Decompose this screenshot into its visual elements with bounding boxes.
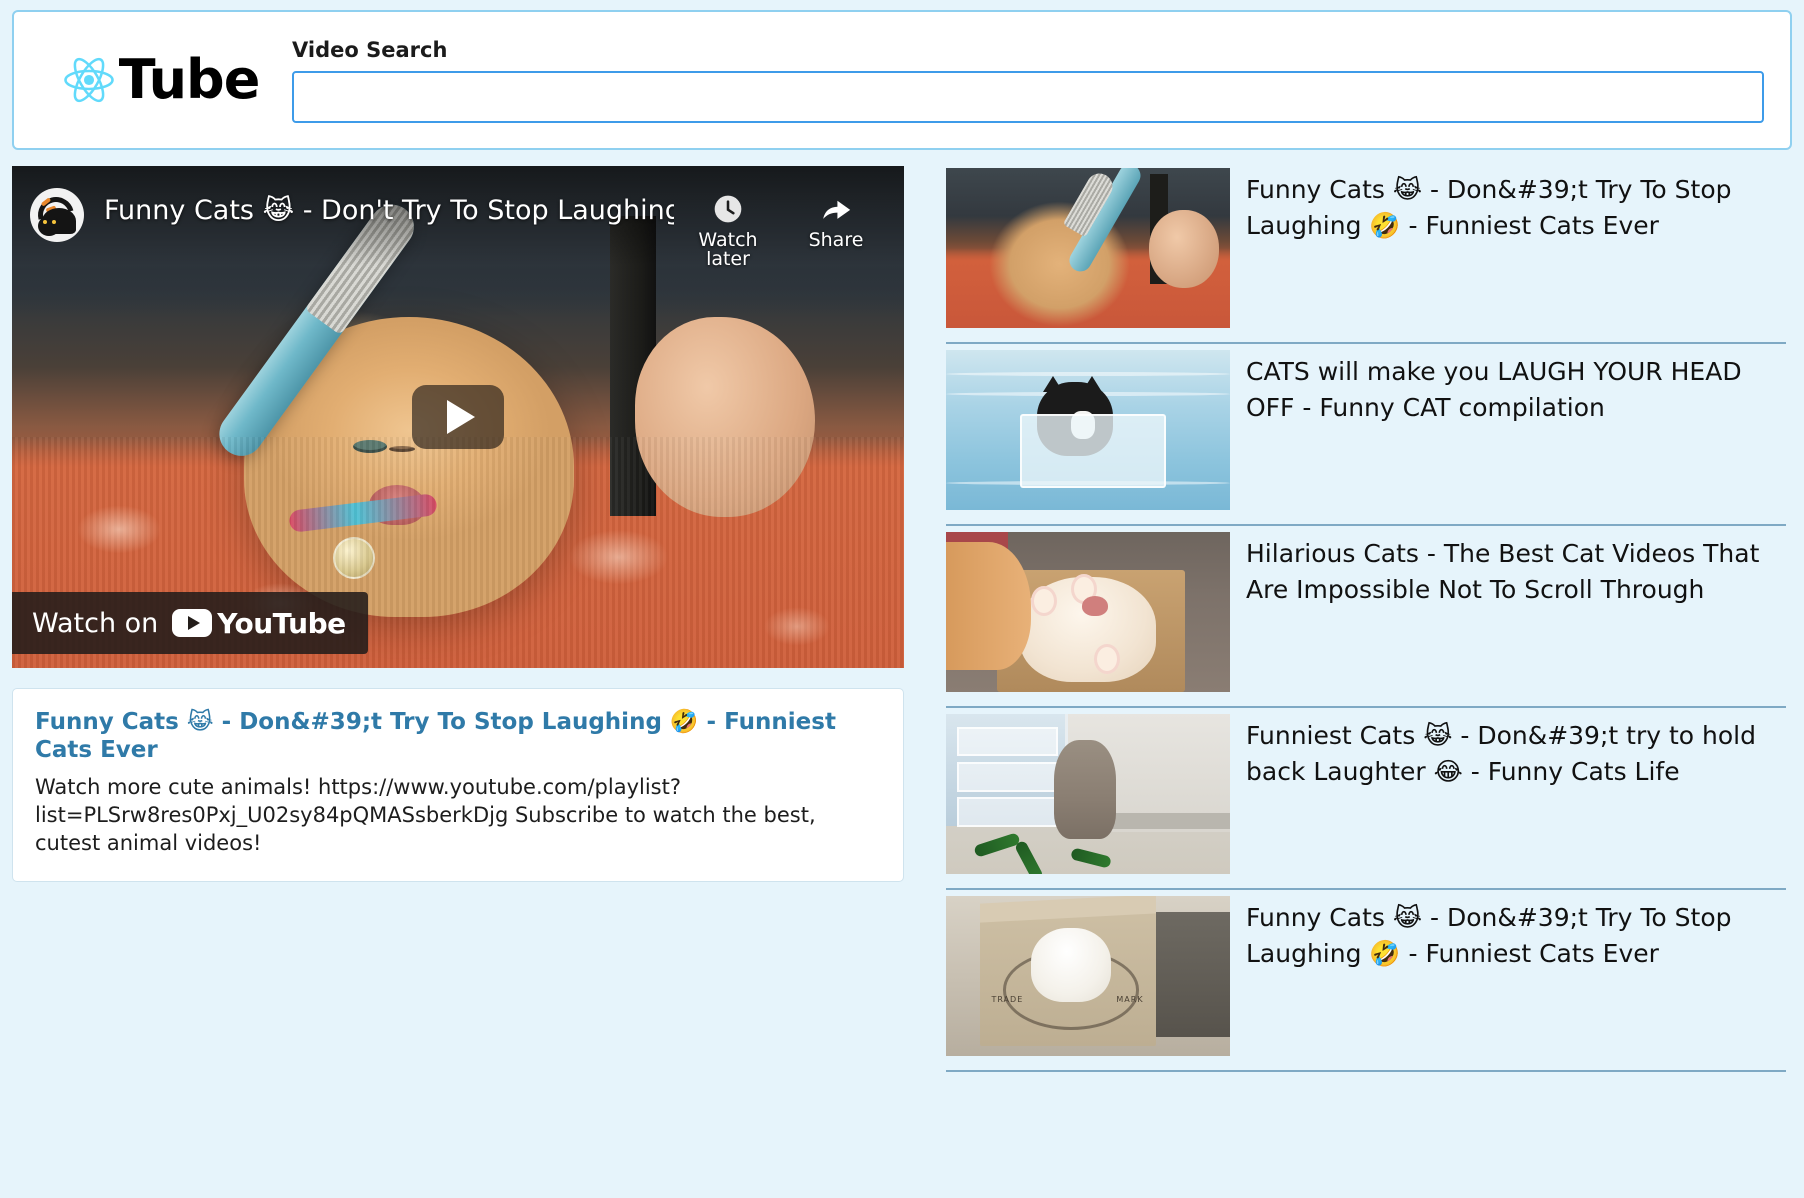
search-label: Video Search [292, 37, 448, 62]
youtube-logo: YouTube [172, 606, 346, 640]
player-top-overlay: Funny Cats 😹 - Don't Try To Stop Laughin… [12, 166, 904, 269]
list-item-title: Hilarious Cats - The Best Cat Videos Tha… [1246, 539, 1760, 605]
list-item[interactable]: Hilarious Cats - The Best Cat Videos Tha… [946, 526, 1786, 708]
youtube-wordmark: YouTube [217, 606, 346, 640]
brand-logo-group[interactable]: Tube [36, 52, 284, 108]
clock-icon [674, 192, 782, 226]
video-player[interactable]: Funny Cats 😹 - Don't Try To Stop Laughin… [12, 166, 904, 668]
list-item-title: Funniest Cats 😹 - Don&#39;t try to hold … [1246, 721, 1756, 787]
video-thumbnail[interactable] [946, 168, 1230, 328]
black-cat-avatar-icon[interactable] [30, 188, 84, 242]
watch-on-youtube-badge[interactable]: Watch on YouTube [12, 592, 368, 654]
list-item[interactable]: TRADE MARK Funny Cats 😹 - Don&#39;t Try … [946, 890, 1786, 1072]
related-videos-column: Funny Cats 😹 - Don&#39;t Try To Stop Lau… [946, 166, 1792, 1072]
brand-name: Tube [118, 48, 261, 111]
search-input[interactable] [292, 70, 1764, 123]
video-thumbnail[interactable] [946, 350, 1230, 510]
video-thumbnail[interactable] [946, 532, 1230, 692]
watch-later-button[interactable]: Watch later [674, 184, 782, 269]
watch-on-label: Watch on [32, 607, 159, 639]
description-title[interactable]: Funny Cats 😹 - Don&#39;t Try To Stop Lau… [35, 709, 881, 764]
video-thumbnail[interactable]: TRADE MARK [946, 896, 1230, 1056]
list-item[interactable]: Funny Cats 😹 - Don&#39;t Try To Stop Lau… [946, 166, 1786, 344]
video-list: Funny Cats 😹 - Don&#39;t Try To Stop Lau… [946, 166, 1786, 1072]
list-item[interactable]: CATS will make you LAUGH YOUR HEAD OFF -… [946, 344, 1786, 526]
list-item[interactable]: Funniest Cats 😹 - Don&#39;t try to hold … [946, 708, 1786, 890]
main-column: Funny Cats 😹 - Don't Try To Stop Laughin… [12, 166, 904, 883]
watch-later-label: Watch later [698, 229, 758, 270]
play-icon[interactable] [412, 385, 504, 449]
react-atom-icon [63, 57, 114, 103]
share-button[interactable]: Share [782, 184, 890, 269]
video-description-card: Funny Cats 😹 - Don&#39;t Try To Stop Lau… [12, 688, 904, 883]
list-item-title: CATS will make you LAUGH YOUR HEAD OFF -… [1246, 357, 1742, 423]
search-block: Video Search [284, 38, 1768, 123]
youtube-play-icon [172, 609, 213, 637]
app-root: Tube Video Search Funny Cats 😹 - Don't T… [0, 0, 1804, 1198]
player-actions: Watch later Share [674, 184, 890, 269]
content-area: Funny Cats 😹 - Don't Try To Stop Laughin… [12, 166, 1792, 1072]
list-item-title: Funny Cats 😹 - Don&#39;t Try To Stop Lau… [1246, 903, 1732, 969]
share-arrow-icon [782, 192, 890, 226]
share-label: Share [808, 229, 864, 251]
description-body: Watch more cute animals! https://www.you… [35, 775, 816, 855]
list-item-title: Funny Cats 😹 - Don&#39;t Try To Stop Lau… [1246, 175, 1732, 241]
video-thumbnail[interactable] [946, 714, 1230, 874]
player-video-title: Funny Cats 😹 - Don't Try To Stop Laughin… [104, 195, 674, 226]
app-header: Tube Video Search [12, 10, 1792, 150]
